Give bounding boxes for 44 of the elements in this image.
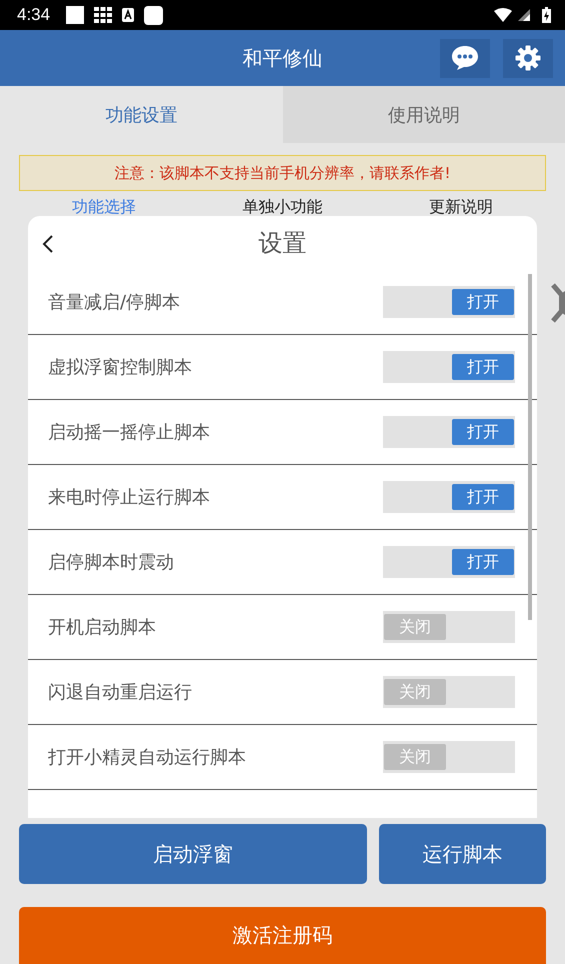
setting-label: 开机启动脚本: [48, 616, 156, 639]
back-icon[interactable]: [42, 235, 54, 253]
wifi-icon: [494, 8, 512, 22]
setting-label: 音量减启/停脚本: [48, 291, 180, 314]
toggle-knob: 关闭: [384, 614, 446, 640]
settings-button[interactable]: [503, 38, 553, 78]
clock-time: 4:34: [17, 5, 50, 25]
chat-bubble-icon: [451, 45, 479, 71]
toggle-knob: 打开: [452, 484, 514, 510]
setting-label: 来电时停止运行脚本: [48, 486, 210, 509]
dialog-title: 设置: [258, 228, 306, 259]
toggle-switch[interactable]: 打开: [383, 546, 515, 578]
toggle-switch[interactable]: 打开: [383, 286, 515, 318]
toggle-switch[interactable]: 打开: [383, 416, 515, 448]
toggle-knob: 打开: [452, 354, 514, 380]
toggle-knob: 关闭: [384, 679, 446, 705]
float-window-button[interactable]: 启动浮窗: [19, 824, 367, 884]
warning-banner: 注意：该脚本不支持当前手机分辨率，请联系作者!: [19, 155, 546, 191]
chat-button[interactable]: [440, 38, 490, 78]
signal-icon: [518, 9, 530, 21]
setting-label: 打开小精灵自动运行脚本: [48, 746, 246, 769]
setting-label: 闪退自动重启运行: [48, 681, 192, 704]
notification-square-icon: [66, 6, 84, 24]
sub-tab[interactable]: 单独小功能: [242, 197, 322, 220]
grid-icon: [94, 7, 112, 23]
sub-tab[interactable]: 更新说明: [428, 197, 493, 220]
activate-code-button[interactable]: 激活注册码: [19, 907, 546, 964]
app-title: 和平修仙: [242, 44, 322, 72]
setting-label: 虚拟浮窗控制脚本: [48, 356, 192, 379]
toggle-switch[interactable]: 打开: [383, 481, 515, 513]
toggle-knob: 关闭: [384, 744, 446, 770]
toggle-knob: 打开: [452, 419, 514, 445]
toggle-switch[interactable]: 打开: [383, 351, 515, 383]
tab[interactable]: 使用说明: [282, 86, 565, 143]
setting-label: 启动摇一摇停止脚本: [48, 421, 210, 444]
setting-label: 启停脚本时震动: [48, 551, 174, 574]
keyboard-icon: [122, 8, 134, 22]
app-square-icon: [144, 6, 164, 24]
close-icon[interactable]: [549, 281, 565, 325]
battery-charging-icon: [542, 7, 551, 23]
run-script-button[interactable]: 运行脚本: [379, 824, 546, 884]
sub-tab[interactable]: 功能选择: [72, 197, 136, 220]
toggle-knob: 打开: [452, 289, 514, 315]
toggle-knob: 打开: [452, 549, 514, 575]
